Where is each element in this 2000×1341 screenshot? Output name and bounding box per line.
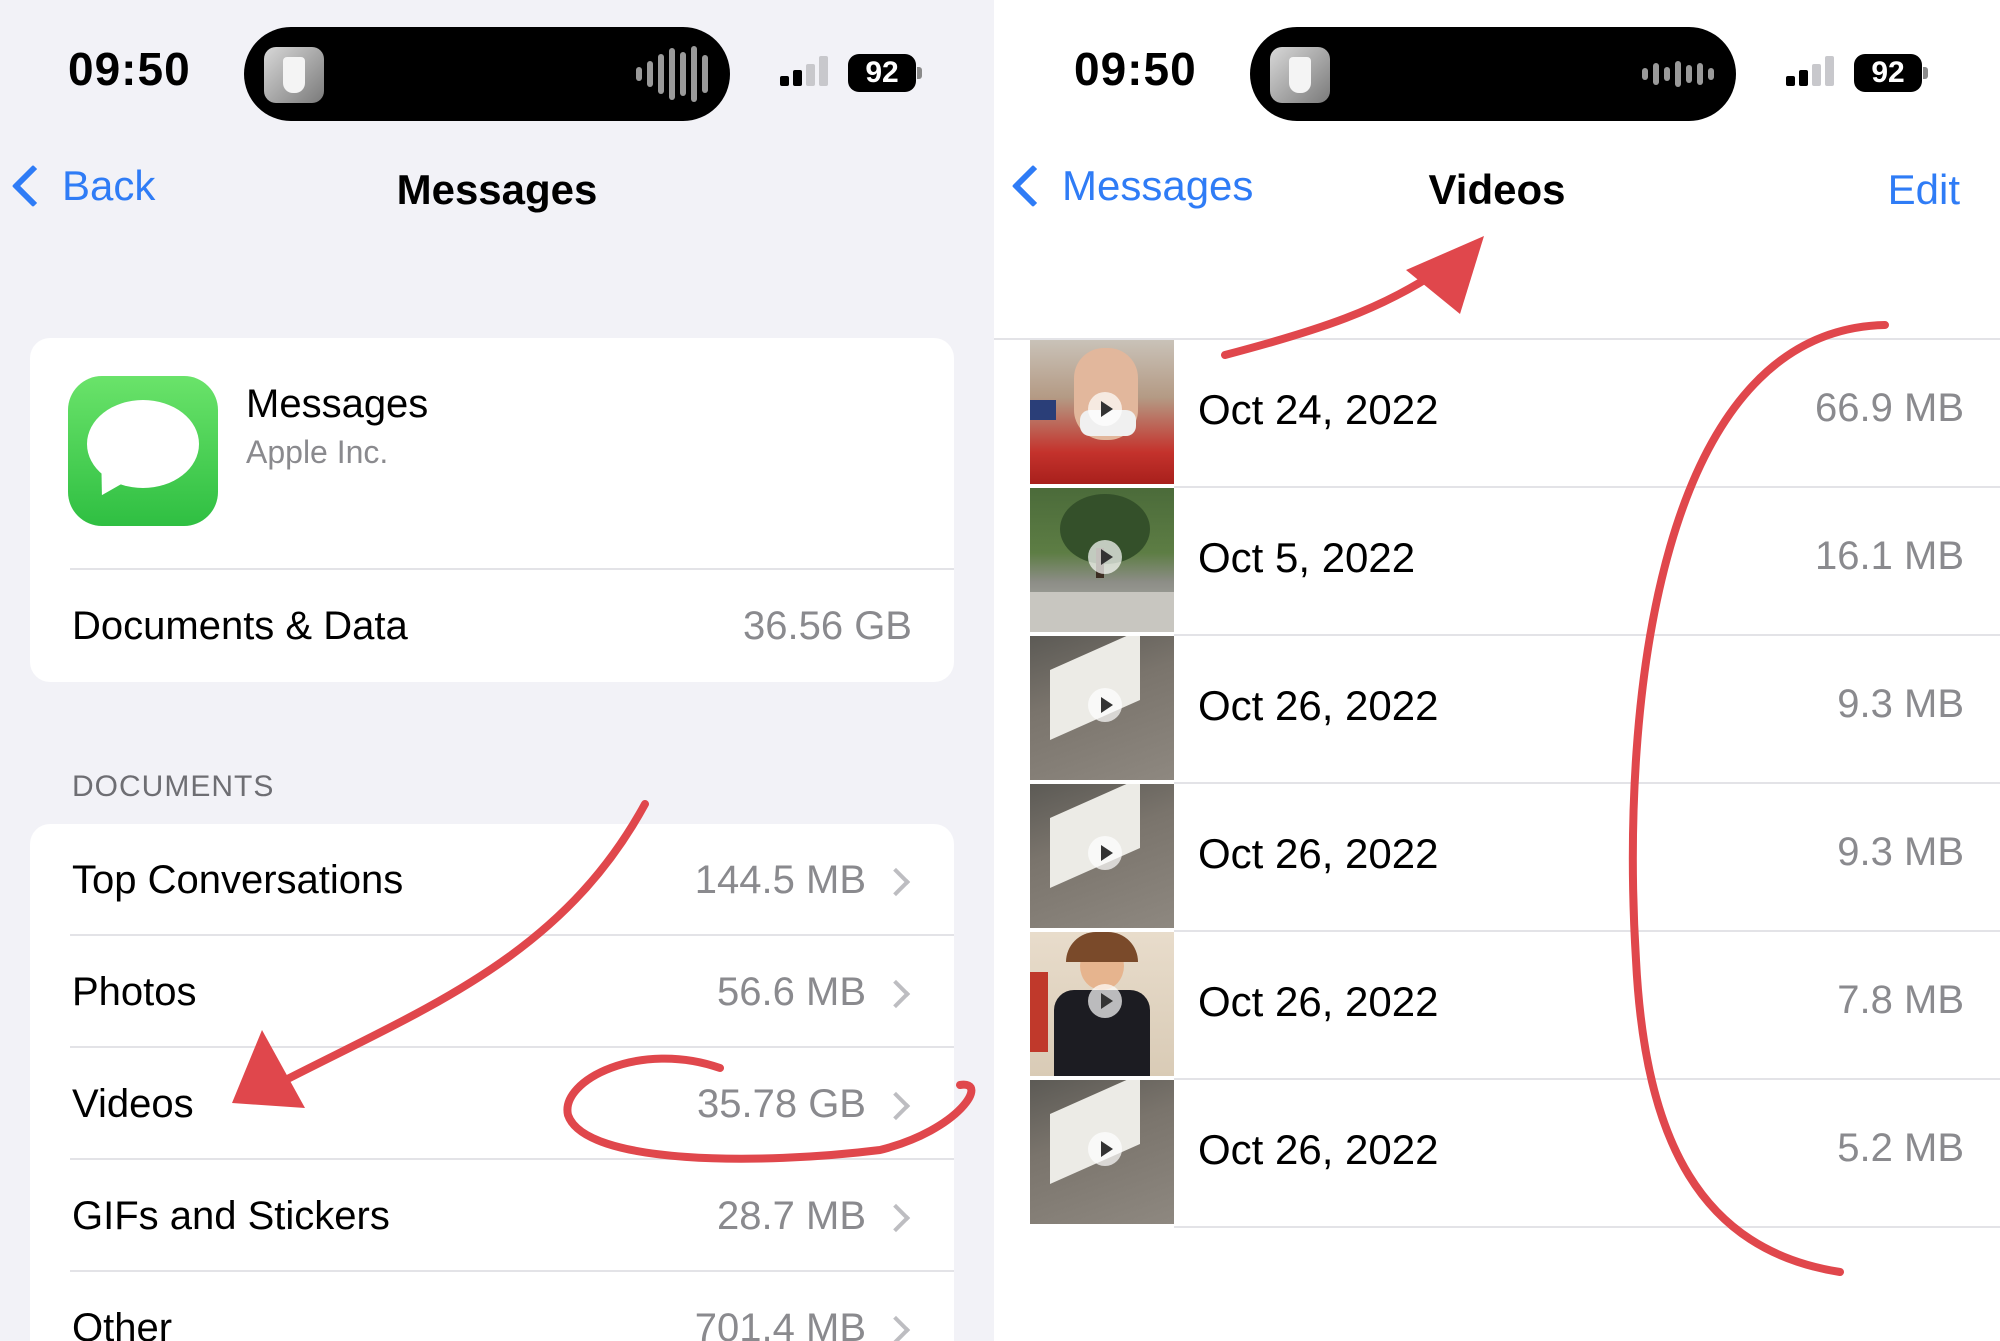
page-title: Messages xyxy=(396,166,598,213)
play-icon xyxy=(1088,392,1122,426)
chevron-right-icon xyxy=(881,979,911,1009)
status-time: 09:50 xyxy=(68,43,191,95)
video-size: 66.9 MB xyxy=(1815,386,1964,430)
documents-data-value: 36.56 GB xyxy=(742,604,912,648)
video-thumbnail-selfie xyxy=(1030,340,1174,484)
dynamic-island[interactable] xyxy=(244,27,730,121)
video-size: 9.3 MB xyxy=(1837,830,1964,874)
chevron-right-icon xyxy=(881,867,911,897)
row-photos[interactable]: Photos 56.6 MB xyxy=(30,936,954,1048)
row-top-conversations[interactable]: Top Conversations 144.5 MB xyxy=(30,824,954,936)
video-size: 7.8 MB xyxy=(1837,978,1964,1022)
video-size: 5.2 MB xyxy=(1837,1126,1964,1170)
video-thumbnail-deck xyxy=(1030,636,1174,780)
video-date: Oct 26, 2022 xyxy=(1198,1126,1439,1173)
cellular-signal-icon xyxy=(1786,56,1834,86)
battery-tip xyxy=(1923,67,1928,79)
edit-button[interactable]: Edit xyxy=(1888,166,1960,214)
video-thumbnail-deck xyxy=(1030,1080,1174,1224)
documents-list: Top Conversations 144.5 MB Photos 56.6 M… xyxy=(30,824,954,1341)
battery-tip xyxy=(917,67,922,79)
divider xyxy=(70,568,954,570)
status-time: 09:50 xyxy=(1074,43,1197,95)
video-row[interactable]: Oct 5, 2022 16.1 MB xyxy=(1030,488,2000,636)
video-row[interactable]: Oct 26, 2022 7.8 MB xyxy=(1030,932,2000,1080)
page-title: Videos xyxy=(1428,166,1566,213)
app-name: Messages xyxy=(246,382,429,426)
app-info-card: Messages Apple Inc. Documents & Data 36.… xyxy=(30,338,954,682)
video-date: Oct 26, 2022 xyxy=(1198,682,1439,729)
play-icon xyxy=(1088,836,1122,870)
video-date: Oct 26, 2022 xyxy=(1198,978,1439,1025)
video-date: Oct 26, 2022 xyxy=(1198,830,1439,877)
video-row[interactable]: Oct 26, 2022 5.2 MB xyxy=(1030,1080,2000,1228)
storage-messages-screen: 09:50 92 Back Messages Messages Apple In… xyxy=(0,0,994,1341)
videos-screen: 09:50 92 Messages Videos Edit Oct 24, 20… xyxy=(994,0,2000,1341)
battery-indicator: 92 xyxy=(848,54,916,92)
chevron-right-icon xyxy=(881,1091,911,1121)
play-icon xyxy=(1088,688,1122,722)
row-videos[interactable]: Videos 35.78 GB xyxy=(30,1048,954,1160)
documents-data-label: Documents & Data xyxy=(72,604,408,648)
video-thumbnail-garden xyxy=(1030,488,1174,632)
video-thumbnail-child xyxy=(1030,932,1174,1076)
call-avatar-icon xyxy=(1270,47,1330,103)
audio-waveform-icon xyxy=(636,44,708,104)
row-label: Other xyxy=(72,1306,173,1341)
video-size: 16.1 MB xyxy=(1815,534,1964,578)
row-label: GIFs and Stickers xyxy=(72,1194,390,1238)
chevron-right-icon xyxy=(881,1203,911,1233)
messages-app-icon xyxy=(68,376,218,526)
row-value: 56.6 MB xyxy=(717,970,866,1014)
call-avatar-icon xyxy=(264,47,324,103)
video-size: 9.3 MB xyxy=(1837,682,1964,726)
dynamic-island[interactable] xyxy=(1250,27,1736,121)
play-icon xyxy=(1088,540,1122,574)
row-value: 701.4 MB xyxy=(694,1306,866,1341)
row-value: 144.5 MB xyxy=(694,858,866,902)
row-label: Top Conversations xyxy=(72,858,404,902)
video-row[interactable]: Oct 26, 2022 9.3 MB xyxy=(1030,784,2000,932)
audio-waveform-icon xyxy=(1642,44,1714,104)
chevron-right-icon xyxy=(881,1315,911,1341)
video-row[interactable]: Oct 24, 2022 66.9 MB xyxy=(1030,340,2000,488)
row-gifs-stickers[interactable]: GIFs and Stickers 28.7 MB xyxy=(30,1160,954,1272)
row-value: 28.7 MB xyxy=(717,1194,866,1238)
play-icon xyxy=(1088,984,1122,1018)
section-header-documents: DOCUMENTS xyxy=(72,770,275,803)
cellular-signal-icon xyxy=(780,56,828,86)
row-label: Videos xyxy=(72,1082,194,1126)
video-row[interactable]: Oct 26, 2022 9.3 MB xyxy=(1030,636,2000,784)
video-date: Oct 5, 2022 xyxy=(1198,534,1416,581)
divider xyxy=(1174,1226,2000,1228)
app-developer: Apple Inc. xyxy=(246,434,389,470)
row-label: Photos xyxy=(72,970,197,1014)
battery-indicator: 92 xyxy=(1854,54,1922,92)
video-thumbnail-deck xyxy=(1030,784,1174,928)
row-value: 35.78 GB xyxy=(696,1082,866,1126)
play-icon xyxy=(1088,1132,1122,1166)
row-other[interactable]: Other 701.4 MB xyxy=(30,1272,954,1341)
video-date: Oct 24, 2022 xyxy=(1198,386,1439,433)
